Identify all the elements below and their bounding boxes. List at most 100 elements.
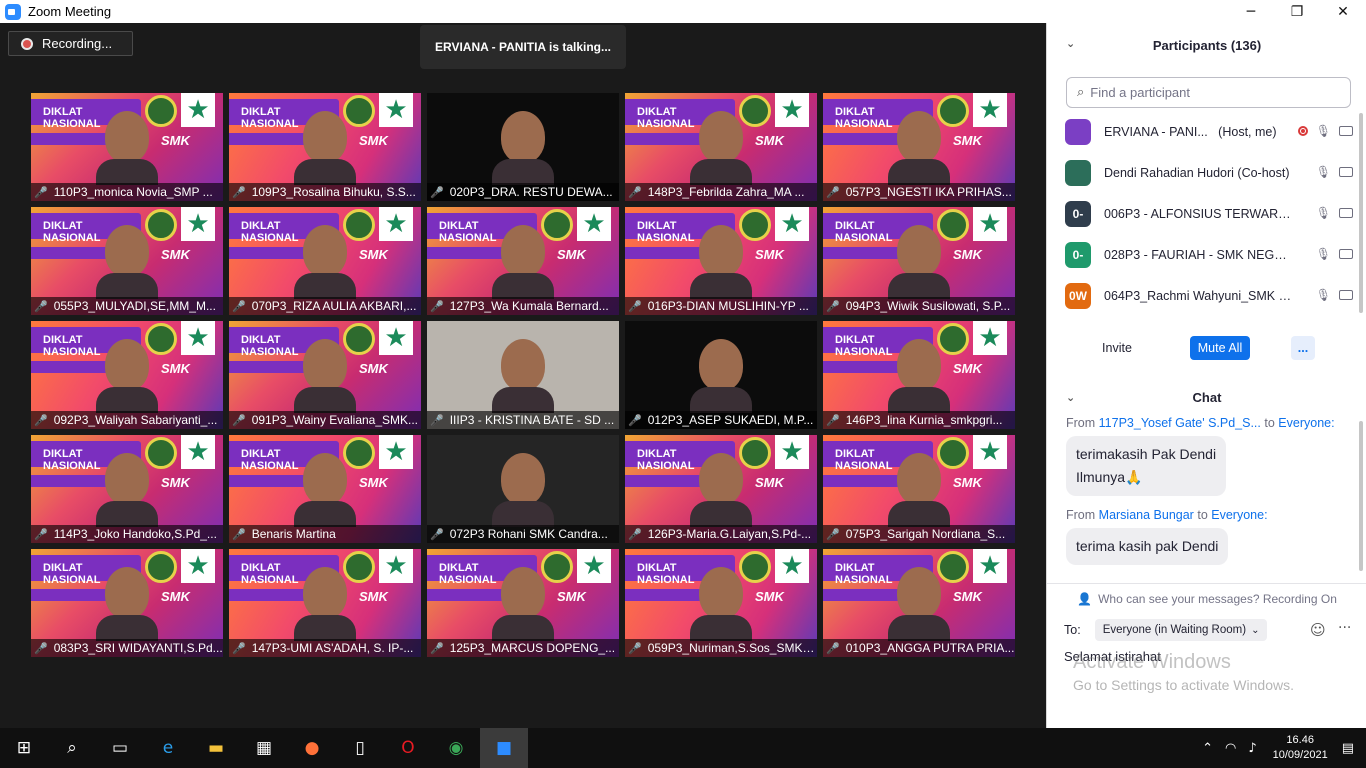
- store-icon[interactable]: ▦: [240, 728, 288, 768]
- participant-video-tile[interactable]: DIKLAT NASIONAL ★ SMK 🎤 110P3_monica Novia_S…: [31, 93, 223, 201]
- microphone-icon[interactable]: 🎙: [1316, 247, 1331, 261]
- participant-video-tile[interactable]: 🎤 072P3 Rohani SMK Candra...: [427, 435, 619, 543]
- muted-mic-icon: 🎤: [826, 527, 840, 541]
- smk-logo: SMK: [755, 133, 784, 148]
- participant-video-tile[interactable]: DIKLAT NASIONAL ★ SMK 🎤 055P3_MULYADI,SE,MM_…: [31, 207, 223, 315]
- participant-list-name: 006P3 - ALFONSIUS TERWARAT,...: [1104, 206, 1292, 221]
- chevron-down-icon[interactable]: ⌄: [1066, 37, 1075, 50]
- windows-start-icon[interactable]: ⊞: [0, 728, 48, 768]
- muted-mic-icon: 🎤: [430, 185, 444, 199]
- edge-browser-icon[interactable]: e: [144, 728, 192, 768]
- star-logo-icon: ★: [181, 93, 215, 127]
- video-camera-icon[interactable]: [1339, 167, 1353, 177]
- recording-indicator[interactable]: Recording...: [8, 31, 133, 56]
- chevron-up-icon[interactable]: ⌃: [1202, 741, 1213, 756]
- video-camera-icon[interactable]: [1339, 249, 1353, 259]
- participant-video-tile[interactable]: DIKLAT NASIONAL ★ SMK 🎤 057P3_NGESTI IKA PRI…: [823, 93, 1015, 201]
- notification-icon[interactable]: ▤: [1342, 741, 1354, 756]
- opera-icon[interactable]: O: [384, 728, 432, 768]
- participant-row[interactable]: 0W 064P3_Rachmi Wahyuni_SMK M... 🎙: [1047, 275, 1366, 316]
- participant-row[interactable]: ERVIANA - PANI... (Host, me) 🎙: [1047, 111, 1366, 152]
- participant-video-grid: DIKLAT NASIONAL ★ SMK 🎤 110P3_monica Novia_S…: [31, 93, 1015, 657]
- muted-mic-icon: 🎤: [430, 527, 444, 541]
- participant-video-tile[interactable]: DIKLAT NASIONAL ★ SMK 🎤 109P3_Rosalina Bihuk…: [229, 93, 421, 201]
- participant-name: 114P3_Joko Handoko,S.Pd_...: [53, 527, 217, 541]
- participant-video-tile[interactable]: DIKLAT NASIONAL ★ SMK 🎤 070P3_RIZA AULIA AKB…: [229, 207, 421, 315]
- participant-row[interactable]: 0- 028P3 - FAURIAH - SMK NEGERI... 🎙: [1047, 234, 1366, 275]
- smk-logo: SMK: [161, 361, 190, 376]
- participant-video: [492, 453, 554, 527]
- participant-video-tile[interactable]: DIKLAT NASIONAL ★ SMK 🎤 Benaris Martina: [229, 435, 421, 543]
- video-camera-icon[interactable]: [1339, 208, 1353, 218]
- more-options-button[interactable]: ...: [1291, 336, 1315, 360]
- document-icon[interactable]: ▯: [336, 728, 384, 768]
- participant-video-tile[interactable]: DIKLAT NASIONAL ★ SMK 🎤 094P3_Wiwik Susilowa…: [823, 207, 1015, 315]
- invite-button[interactable]: Invite: [1092, 336, 1142, 360]
- chevron-down-icon[interactable]: ⌄: [1066, 391, 1075, 404]
- participant-actions: Invite Mute All ...: [1047, 336, 1366, 360]
- video-camera-icon[interactable]: [1339, 290, 1353, 300]
- participant-nameplate: 🎤 148P3_Febrilda Zahra_MA ...: [625, 183, 817, 201]
- participant-video-tile[interactable]: 🎤 IIIP3 - KRISTINA BATE - SD ...: [427, 321, 619, 429]
- search-icon[interactable]: ⌕: [48, 728, 96, 768]
- chat-sender[interactable]: Marsiana Bungar: [1099, 508, 1194, 522]
- participant-video-tile[interactable]: DIKLAT NASIONAL ★ SMK 🎤 091P3_Wainy Evaliana…: [229, 321, 421, 429]
- firefox-icon[interactable]: ●: [288, 728, 336, 768]
- participant-list-scrollbar[interactable]: [1359, 113, 1363, 313]
- participant-video-tile[interactable]: DIKLAT NASIONAL ★ SMK 🎤 126P3-Maria.G.Laiyan…: [625, 435, 817, 543]
- star-logo-icon: ★: [973, 207, 1007, 241]
- video-camera-icon[interactable]: [1339, 126, 1353, 136]
- star-logo-icon: ★: [973, 321, 1007, 355]
- participant-nameplate: 🎤 147P3-UMI AS'ADAH, S. IP-...: [229, 639, 421, 657]
- participant-video-tile[interactable]: 🎤 020P3_DRA. RESTU DEWA...: [427, 93, 619, 201]
- clock-time: 16.46: [1286, 734, 1314, 746]
- participant-video-tile[interactable]: DIKLAT NASIONAL ★ SMK 🎤 016P3-DIAN MUSLIHIN-…: [625, 207, 817, 315]
- muted-mic-icon: 🎤: [430, 413, 444, 427]
- participant-video: [96, 339, 158, 413]
- more-icon[interactable]: ···: [1338, 620, 1351, 636]
- volume-icon[interactable]: ♪: [1248, 741, 1256, 756]
- participant-video-tile[interactable]: DIKLAT NASIONAL ★ SMK 🎤 127P3_Wa Kumala Bern…: [427, 207, 619, 315]
- participant-video-tile[interactable]: DIKLAT NASIONAL ★ SMK 🎤 125P3_MARCUS DOPENG_…: [427, 549, 619, 657]
- participant-video-tile[interactable]: DIKLAT NASIONAL ★ SMK 🎤 147P3-UMI AS'ADAH, S…: [229, 549, 421, 657]
- participant-video-tile[interactable]: DIKLAT NASIONAL ★ SMK 🎤 114P3_Joko Handoko,S…: [31, 435, 223, 543]
- mute-all-button[interactable]: Mute All: [1190, 336, 1250, 360]
- who-can-see-notice[interactable]: 👤 Who can see your messages? Recording O…: [1047, 583, 1366, 607]
- chat-scrollbar[interactable]: [1359, 421, 1363, 571]
- clock[interactable]: 16.46 10/09/2021: [1273, 733, 1328, 763]
- smk-logo: SMK: [359, 247, 388, 262]
- participant-row[interactable]: Dendi Rahadian Hudori (Co-host) 🎙: [1047, 152, 1366, 193]
- participant-video-tile[interactable]: DIKLAT NASIONAL ★ SMK 🎤 092P3_Waliyah Sabari…: [31, 321, 223, 429]
- participant-nameplate: 🎤 059P3_Nuriman,S.Sos_SMK N...: [625, 639, 817, 657]
- microphone-icon[interactable]: 🎙: [1316, 165, 1331, 179]
- chat-sender[interactable]: 117P3_Yosef Gate' S.Pd_S...: [1099, 416, 1261, 430]
- task-view-icon[interactable]: ▭: [96, 728, 144, 768]
- file-explorer-icon[interactable]: ▬: [192, 728, 240, 768]
- maximize-button[interactable]: ❐: [1274, 0, 1320, 23]
- participant-video-tile[interactable]: DIKLAT NASIONAL ★ SMK 🎤 059P3_Nuriman,S.Sos_…: [625, 549, 817, 657]
- chrome-icon[interactable]: ◉: [432, 728, 480, 768]
- participant-video-tile[interactable]: DIKLAT NASIONAL ★ SMK 🎤 083P3_SRI WIDAYANTI,…: [31, 549, 223, 657]
- zoom-taskbar-icon[interactable]: ■: [480, 728, 528, 768]
- microphone-icon[interactable]: 🎙: [1316, 124, 1331, 138]
- emoji-icon[interactable]: ☺: [1310, 621, 1326, 639]
- minimize-button[interactable]: ─: [1228, 0, 1274, 23]
- participant-video-tile[interactable]: 🎤 012P3_ASEP SUKAEDI, M.P...: [625, 321, 817, 429]
- participants-title: Participants (136): [1152, 37, 1262, 53]
- zoom-logo-icon: [5, 3, 21, 20]
- participant-video-tile[interactable]: DIKLAT NASIONAL ★ SMK 🎤 146P3_lina Kurnia_sm…: [823, 321, 1015, 429]
- muted-mic-icon: 🎤: [628, 299, 642, 313]
- participant-search-input[interactable]: ⌕ Find a participant: [1066, 77, 1351, 108]
- participant-row[interactable]: 0- 006P3 - ALFONSIUS TERWARAT,... 🎙: [1047, 193, 1366, 234]
- microphone-icon[interactable]: 🎙: [1316, 206, 1331, 220]
- close-button[interactable]: ✕: [1320, 0, 1366, 23]
- participant-video-tile[interactable]: DIKLAT NASIONAL ★ SMK 🎤 010P3_ANGGA PUTRA PR…: [823, 549, 1015, 657]
- participant-video: [294, 567, 356, 641]
- participant-video-tile[interactable]: DIKLAT NASIONAL ★ SMK 🎤 148P3_Febrilda Zahra…: [625, 93, 817, 201]
- participant-video-tile[interactable]: DIKLAT NASIONAL ★ SMK 🎤 075P3_Sarigah Nordia…: [823, 435, 1015, 543]
- smk-logo: SMK: [161, 247, 190, 262]
- participant-nameplate: 🎤 091P3_Wainy Evaliana_SMK...: [229, 411, 421, 429]
- wifi-icon[interactable]: ◠: [1225, 741, 1236, 756]
- recipient-select[interactable]: Everyone (in Waiting Room) ⌄: [1094, 619, 1268, 641]
- microphone-icon[interactable]: 🎙: [1316, 288, 1331, 302]
